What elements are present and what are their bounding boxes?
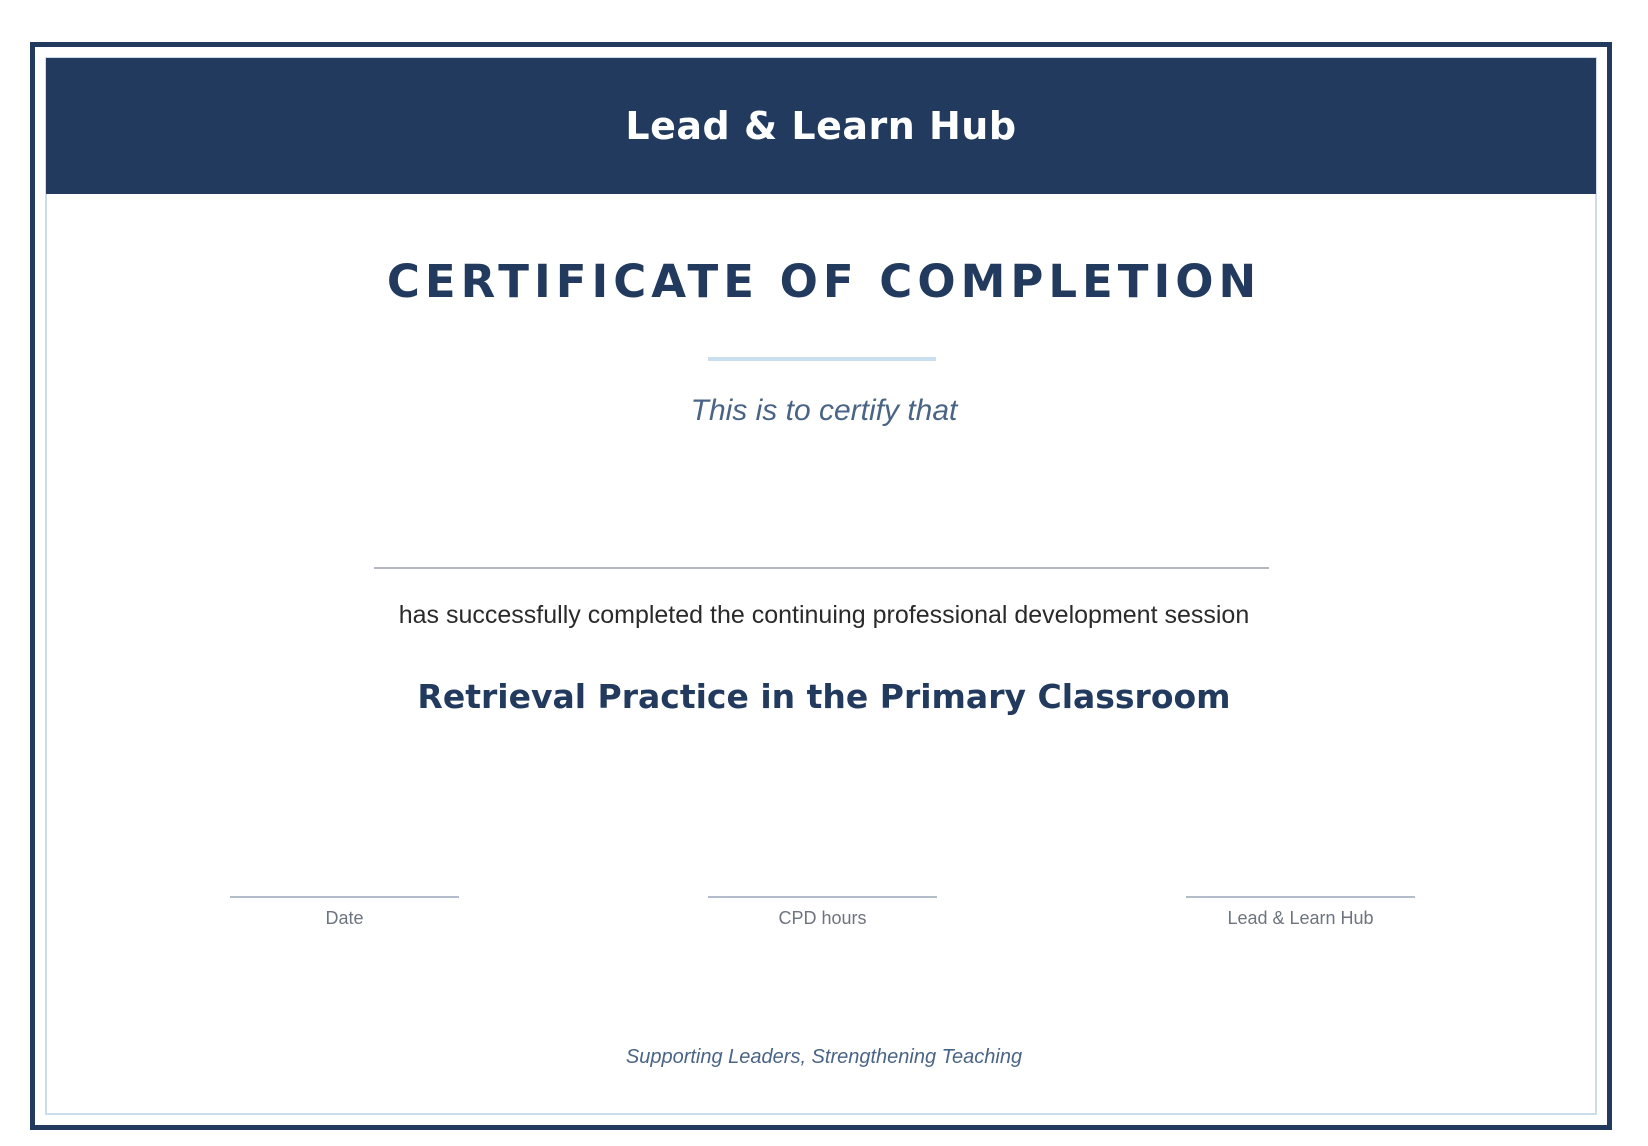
cpd-hours-label: CPD hours [778, 908, 867, 928]
completion-statement: has successfully completed the continuin… [398, 601, 1250, 629]
organization-signature-block: Lead & Learn Hub [1186, 896, 1415, 929]
date-label: Date [325, 908, 364, 928]
date-signature-block: Date [230, 896, 459, 929]
organization-signature-line [1186, 896, 1415, 898]
title-divider [708, 357, 936, 361]
certificate-title: CERTIFICATE OF COMPLETION [386, 255, 1262, 308]
organization-name: Lead & Learn Hub [625, 104, 1017, 148]
date-signature-line [230, 896, 459, 898]
header-banner: Lead & Learn Hub [46, 58, 1596, 194]
organization-signature-label: Lead & Learn Hub [1227, 908, 1374, 928]
cpd-hours-signature-block: CPD hours [708, 896, 937, 929]
certify-statement: This is to certify that [690, 394, 958, 427]
certificate-inner-border [45, 57, 1597, 1115]
cpd-hours-signature-line [708, 896, 937, 898]
recipient-name-line [374, 567, 1269, 569]
footer-tagline: Supporting Leaders, Strengthening Teachi… [625, 1046, 1023, 1068]
session-title: Retrieval Practice in the Primary Classr… [417, 677, 1231, 716]
